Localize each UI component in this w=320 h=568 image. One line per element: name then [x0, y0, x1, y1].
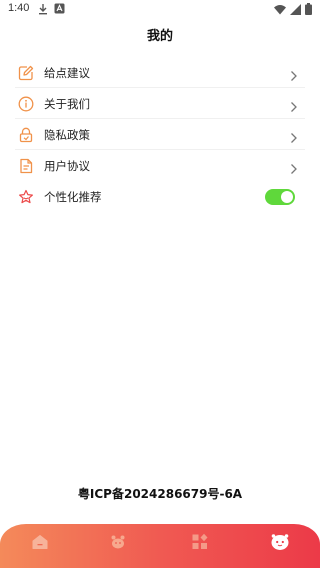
menu-item-label: 个性化推荐 [44, 189, 102, 204]
chevron-right-icon [290, 160, 298, 174]
edit-icon [17, 64, 35, 82]
menu-item-user-agreement[interactable]: 用户协议 [0, 150, 320, 181]
document-icon [17, 157, 35, 175]
download-icon [38, 3, 48, 15]
lock-icon [17, 126, 35, 144]
menu-list: 给点建议 关于我们 隐私政策 用户协议 个性化推荐 [0, 57, 320, 212]
menu-item-suggestions[interactable]: 给点建议 [0, 57, 320, 88]
menu-item-label: 隐私政策 [44, 127, 90, 142]
page-title: 我的 [146, 29, 173, 44]
nav-pet[interactable] [108, 534, 128, 554]
chevron-right-icon [290, 129, 298, 143]
battery-icon [305, 3, 312, 15]
menu-item-label: 给点建议 [44, 65, 90, 80]
nav-home[interactable] [30, 534, 50, 554]
chevron-right-icon [290, 67, 298, 81]
profile-icon [270, 533, 290, 555]
nav-profile[interactable] [270, 534, 290, 554]
info-icon [17, 95, 35, 113]
personalized-recommendation-toggle[interactable] [265, 188, 295, 205]
icp-record-text: 粤ICP备2024286679号-6A [77, 487, 243, 501]
menu-item-label: 用户协议 [44, 158, 90, 173]
apps-icon [191, 533, 209, 555]
menu-item-about-us[interactable]: 关于我们 [0, 88, 320, 119]
wifi-icon [274, 4, 286, 15]
bottom-nav [0, 524, 320, 568]
menu-item-label: 关于我们 [44, 96, 90, 111]
status-right-icons [274, 3, 312, 15]
signal-icon [290, 3, 301, 15]
pet-icon [109, 533, 127, 555]
menu-item-privacy-policy[interactable]: 隐私政策 [0, 119, 320, 150]
status-bar: 1:40 [0, 0, 320, 20]
status-time: 1:40 [8, 2, 30, 14]
star-icon [17, 188, 35, 206]
menu-item-personalized-recommendation: 个性化推荐 [0, 181, 320, 212]
chevron-right-icon [290, 98, 298, 112]
notification-a-icon [54, 3, 65, 15]
my-page-screen: 1:40 我的 给点建议 关于我们 隐私政策 用户协议 个性化推荐 粤ICP备2… [0, 0, 320, 568]
nav-apps[interactable] [190, 533, 210, 555]
home-icon [31, 533, 49, 555]
toggle-knob [281, 190, 293, 203]
status-left-icons [38, 3, 65, 15]
